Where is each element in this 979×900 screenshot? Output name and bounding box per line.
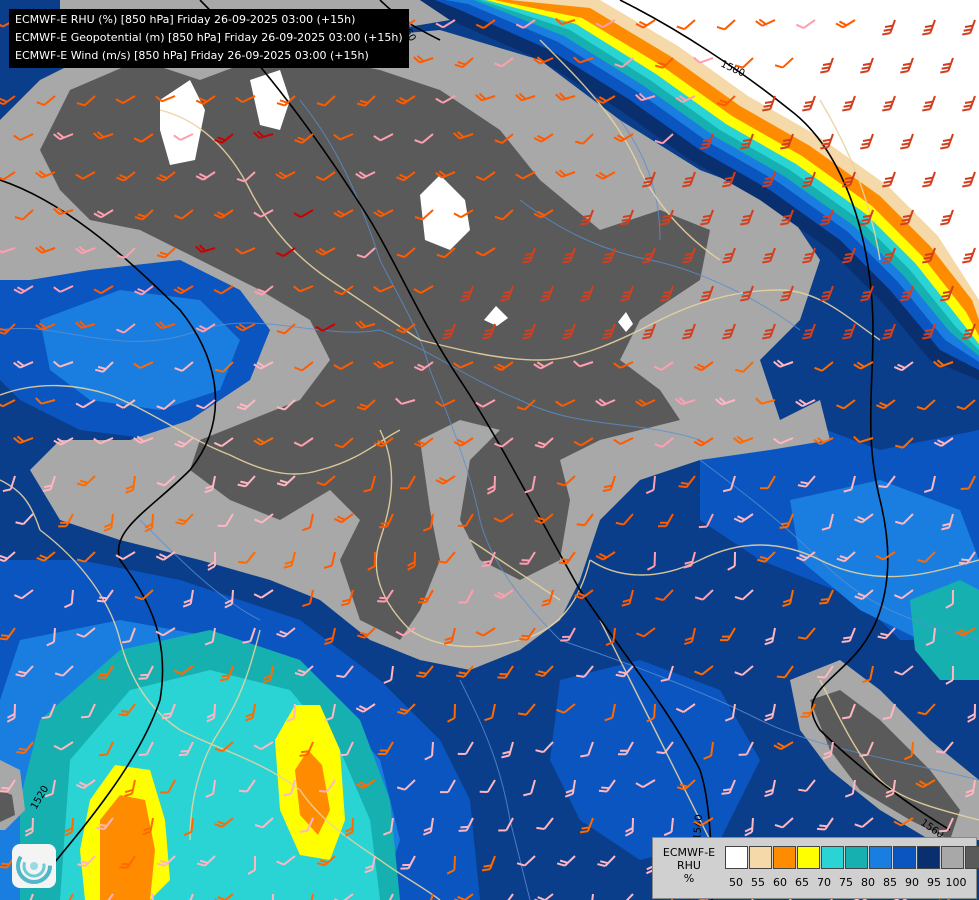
title-line-rhu: ECMWF-E RHU (%) [850 hPa] Friday 26-09-2… [15,13,356,26]
legend-tick-label: 75 [839,876,853,889]
swirl-logo-icon [16,848,52,884]
legend-tick-label: 50 [729,876,743,889]
title-line-geopotential: ECMWF-E Geopotential (m) [850 hPa] Frida… [15,31,403,44]
legend-model: ECMWF-E [662,846,716,859]
legend-swatch [725,846,748,869]
legend-tick-label: 70 [817,876,831,889]
rhu-map: 1560 1580 1520 1540 1560 [0,0,979,900]
legend-title: ECMWF-E RHU % [657,846,721,885]
legend-swatch [845,846,868,869]
title-box: ECMWF-E RHU (%) [850 hPa] Friday 26-09-2… [9,9,409,68]
legend-tick-label: 55 [751,876,765,889]
legend-swatch [797,846,820,869]
legend-swatch [773,846,796,869]
legend-swatch [941,846,964,869]
title-line-wind: ECMWF-E Wind (m/s) [850 hPa] Friday 26-0… [15,49,369,62]
legend-tick-label: 80 [861,876,875,889]
legend-tick-label: 95 [927,876,941,889]
legend-tick-label: 60 [773,876,787,889]
rhu-legend: ECMWF-E RHU % 50 55 60 65 70 75 80 85 90 95 100 [652,837,979,899]
legend-tick-label: 90 [905,876,919,889]
legend-ticks: 50 55 60 65 70 75 80 85 90 95 100 [725,876,967,889]
logo [12,844,56,888]
legend-swatches [725,846,979,869]
legend-tick-label: 100 [945,876,967,889]
legend-swatch [965,846,979,869]
legend-tick-label: 85 [883,876,897,889]
legend-swatch [749,846,772,869]
legend-swatch [893,846,916,869]
legend-swatch [917,846,940,869]
legend-unit: % [683,872,695,885]
legend-tick-label: 65 [795,876,809,889]
legend-swatch [821,846,844,869]
rh-60-south-a [100,795,155,900]
legend-swatch [869,846,892,869]
legend-variable: RHU [677,859,701,872]
